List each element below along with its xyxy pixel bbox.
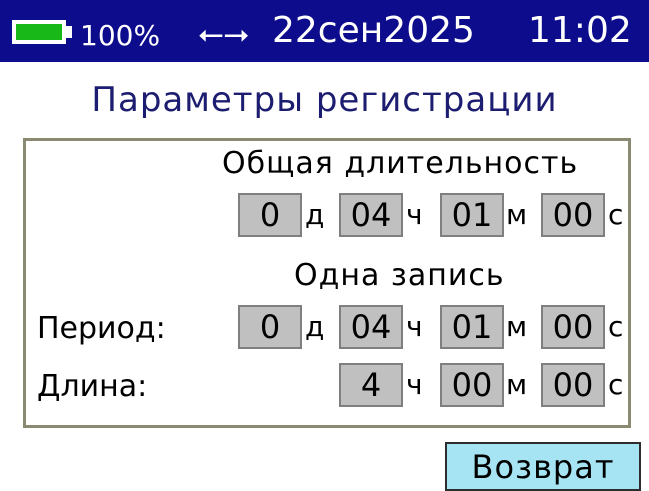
battery-icon: [12, 20, 66, 44]
total-duration-heading: Общая длительность: [222, 146, 579, 181]
date-display: 22сен2025: [272, 10, 475, 51]
single-record-heading: Одна запись: [294, 258, 505, 293]
battery-level-fill: [16, 24, 62, 40]
length-hours-field[interactable]: 4: [339, 363, 403, 407]
period-minutes-field[interactable]: 01: [440, 305, 504, 349]
period-days-unit: д: [305, 310, 325, 343]
length-minutes-field[interactable]: 00: [440, 363, 504, 407]
total-days-unit: д: [305, 198, 325, 231]
total-seconds-unit: с: [608, 198, 624, 231]
length-seconds-field[interactable]: 00: [541, 363, 605, 407]
battery-tip: [66, 26, 72, 38]
period-label: Период:: [37, 311, 166, 346]
total-hours-unit: ч: [406, 198, 423, 231]
period-seconds-unit: с: [608, 310, 624, 343]
period-minutes-unit: м: [506, 310, 528, 343]
period-hours-field[interactable]: 04: [339, 305, 403, 349]
total-hours-field[interactable]: 04: [339, 193, 403, 237]
length-seconds-unit: с: [608, 368, 624, 401]
usb-icon: ⭠⭢: [198, 14, 250, 52]
total-days-field[interactable]: 0: [238, 193, 302, 237]
length-hours-unit: ч: [406, 368, 423, 401]
period-days-field[interactable]: 0: [238, 305, 302, 349]
status-bar: 100% ⭠⭢ 22сен2025 11:02: [0, 0, 649, 62]
page-title: Параметры регистрации: [91, 80, 558, 120]
return-button[interactable]: Возврат: [445, 442, 641, 491]
total-seconds-field[interactable]: 00: [541, 193, 605, 237]
time-display: 11:02: [528, 10, 632, 51]
length-minutes-unit: м: [506, 368, 528, 401]
length-label: Длина:: [37, 369, 148, 404]
period-seconds-field[interactable]: 00: [541, 305, 605, 349]
total-minutes-unit: м: [506, 198, 528, 231]
period-hours-unit: ч: [406, 310, 423, 343]
battery-percent: 100%: [80, 19, 161, 52]
total-minutes-field[interactable]: 01: [440, 193, 504, 237]
